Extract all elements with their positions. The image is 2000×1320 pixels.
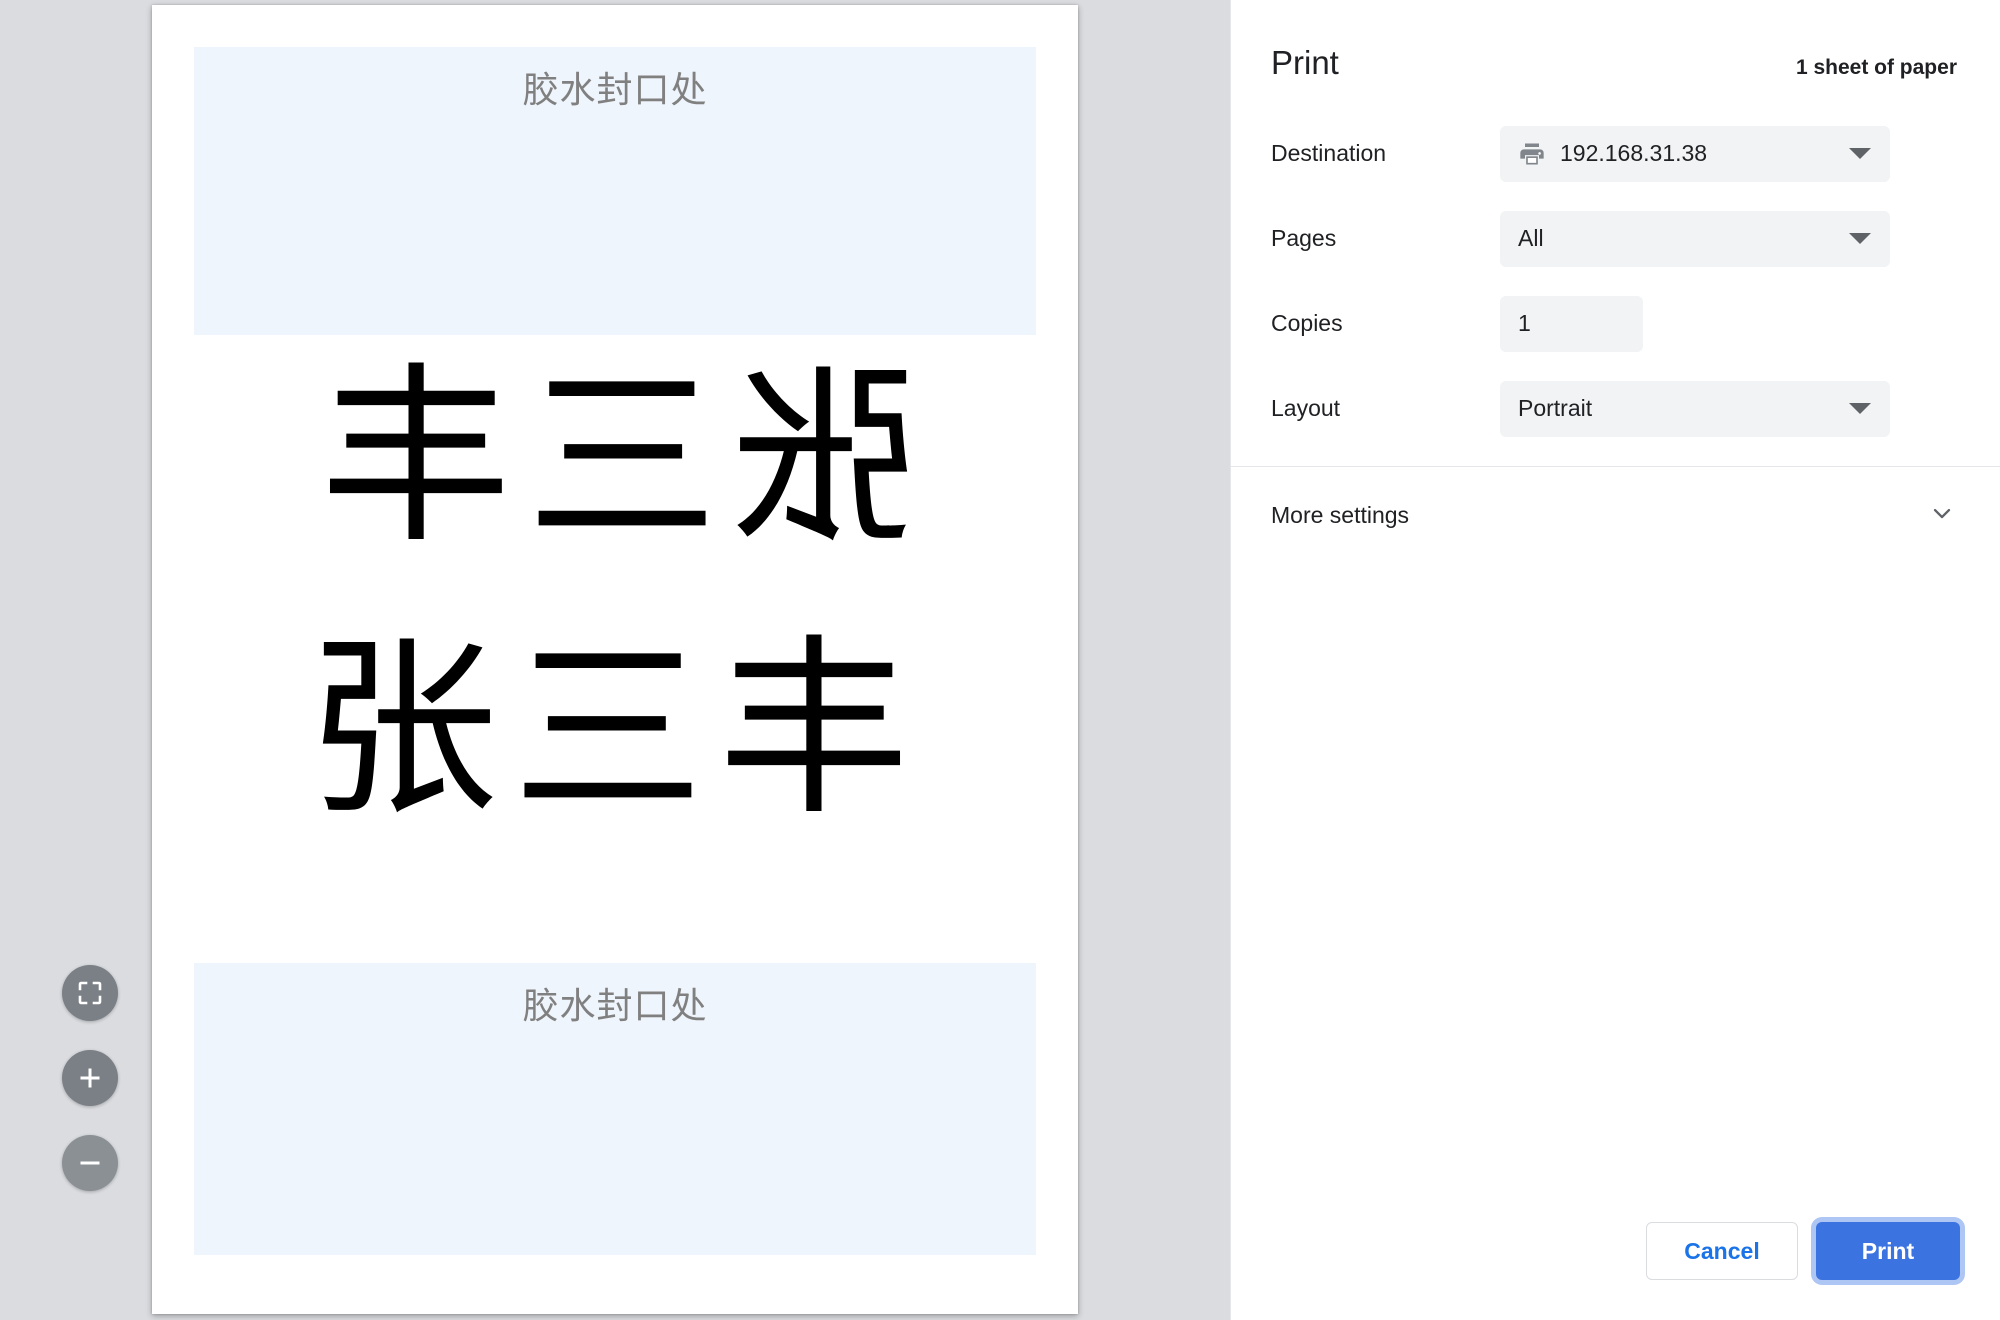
copies-input[interactable]: 1	[1500, 295, 1643, 352]
copies-label: Copies	[1271, 310, 1343, 336]
minus-icon	[76, 1149, 104, 1177]
setting-row-pages: Pages All	[1271, 196, 1960, 281]
print-preview-area: 胶水封口处 张三丰 张三丰 胶水封口处	[0, 0, 1230, 1320]
fit-to-page-button[interactable]	[62, 965, 118, 1021]
destination-value: 192.168.31.38	[1560, 140, 1708, 166]
preview-page: 胶水封口处 张三丰 张三丰 胶水封口处	[152, 5, 1078, 1314]
pages-label: Pages	[1271, 225, 1337, 251]
page-title: Print	[1271, 44, 1339, 81]
setting-row-copies: Copies 1	[1271, 281, 1960, 366]
print-settings-panel: Print 1 sheet of paper Destination 192.1…	[1230, 0, 2000, 1320]
glue-band-bottom: 胶水封口处	[194, 963, 1036, 1255]
copies-value: 1	[1518, 310, 1531, 336]
zoom-controls	[62, 965, 118, 1191]
layout-select[interactable]: Portrait	[1500, 380, 1890, 437]
print-dialog: 胶水封口处 张三丰 张三丰 胶水封口处 Print 1 sheet of pap…	[0, 0, 2000, 1320]
panel-header: Print 1 sheet of paper	[1231, 0, 2000, 82]
addressee-name-mirrored: 张三丰	[306, 347, 924, 570]
print-button[interactable]: Print	[1816, 1222, 1960, 1280]
chevron-down-icon-layout	[1849, 403, 1871, 414]
glue-band-top-text: 胶水封口处	[522, 70, 708, 111]
zoom-out-button[interactable]	[62, 1135, 118, 1191]
layout-value: Portrait	[1518, 395, 1593, 421]
chevron-down-icon-destination	[1849, 148, 1871, 159]
cancel-button[interactable]: Cancel	[1646, 1222, 1798, 1280]
zoom-in-button[interactable]	[62, 1050, 118, 1106]
fit-to-page-icon	[77, 980, 103, 1006]
dialog-actions: Cancel Print	[1646, 1222, 1960, 1280]
destination-select[interactable]: 192.168.31.38	[1500, 125, 1890, 182]
glue-band-top: 胶水封口处	[194, 47, 1036, 335]
plus-icon	[76, 1064, 104, 1092]
chevron-down-icon-pages	[1849, 233, 1871, 244]
sheet-count-summary: 1 sheet of paper	[1795, 56, 1957, 79]
more-settings-label: More settings	[1271, 501, 1410, 528]
settings-list: Destination 192.168.31.38 Pages All Copi…	[1231, 111, 2000, 451]
setting-row-layout: Layout Portrait	[1271, 366, 1960, 451]
addressee-name: 张三丰	[306, 619, 924, 842]
printer-icon	[1518, 140, 1546, 168]
layout-label: Layout	[1271, 395, 1341, 421]
setting-row-destination: Destination 192.168.31.38	[1271, 111, 1960, 196]
pages-value: All	[1518, 225, 1544, 251]
glue-band-bottom-text: 胶水封口处	[522, 986, 708, 1027]
destination-label: Destination	[1271, 140, 1387, 166]
more-settings-toggle[interactable]: More settings	[1231, 467, 2000, 563]
chevron-down-icon	[1928, 499, 1956, 532]
pages-select[interactable]: All	[1500, 210, 1890, 267]
